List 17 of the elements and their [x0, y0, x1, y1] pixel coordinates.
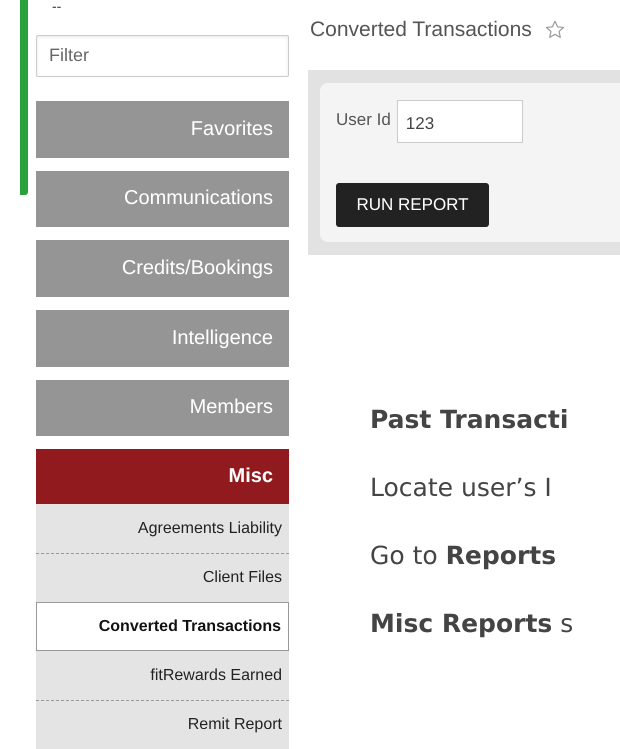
- nav-item[interactable]: fitRewards Earned: [36, 651, 289, 700]
- nav-item[interactable]: Agreements Liability: [36, 504, 289, 554]
- help-text: Past Transacti: [370, 405, 570, 435]
- top-mark: --: [52, 0, 62, 12]
- nav-section[interactable]: Misc: [36, 449, 289, 504]
- nav-item[interactable]: Client Files: [36, 553, 289, 602]
- page-title: Converted Transactions: [310, 18, 532, 42]
- run-report-button[interactable]: RUN REPORT: [336, 183, 489, 227]
- field-label: User Id: [336, 110, 391, 130]
- help-text: Go to Reports: [370, 541, 558, 571]
- star-icon[interactable]: [544, 19, 566, 41]
- help-text: Locate user’s I: [370, 473, 553, 503]
- nav-item[interactable]: Converted Transactions: [36, 602, 289, 652]
- nav-item[interactable]: Remit Report: [36, 700, 289, 749]
- filter-field[interactable]: Filter: [36, 35, 289, 77]
- help-text: Misc Reports s: [370, 609, 574, 639]
- user-id-field[interactable]: 123: [396, 100, 523, 143]
